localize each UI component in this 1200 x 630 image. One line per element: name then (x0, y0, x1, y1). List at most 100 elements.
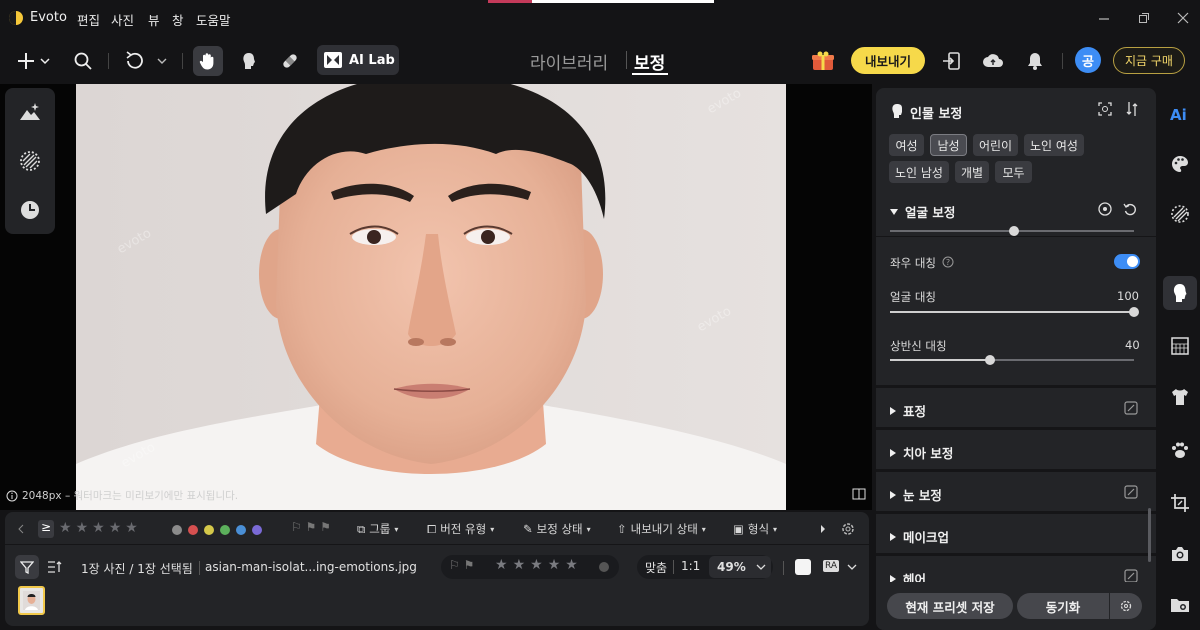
raw-badge[interactable]: RA (823, 560, 840, 572)
history-icon[interactable] (18, 198, 42, 222)
filter-version[interactable]: ⧠ 버전 유형 ▾ (427, 521, 494, 537)
import-button[interactable] (936, 46, 966, 76)
rating-filter[interactable]: ★ ★ ★ ★ ★ (59, 520, 138, 536)
close-icon[interactable] (1175, 10, 1191, 26)
filter-format[interactable]: ▣ 형식 ▾ (733, 521, 777, 537)
flag-icon[interactable]: ⚐ ⚑ (449, 558, 474, 572)
background-toggle[interactable] (795, 559, 811, 575)
tab-edit[interactable]: 보정 (634, 49, 665, 74)
slider-knob[interactable] (985, 355, 996, 365)
sync-settings-button[interactable] (1110, 593, 1142, 619)
section-teeth[interactable]: 치아 보정 (890, 443, 953, 462)
scroll-left-icon[interactable] (17, 524, 25, 534)
camera-icon (1172, 547, 1188, 561)
avatar[interactable]: 공 (1075, 47, 1101, 73)
restore-icon[interactable] (1136, 10, 1152, 26)
photo-rating-stars[interactable]: ★ ★ ★ ★ ★ (495, 557, 578, 573)
tab-library[interactable]: 라이브러리 (530, 49, 608, 74)
chip-all[interactable]: 모두 (995, 161, 1032, 183)
texture-icon[interactable] (18, 149, 42, 173)
visibility-icon[interactable] (1098, 202, 1112, 216)
gift-button[interactable] (808, 46, 838, 76)
chip-female[interactable]: 여성 (889, 134, 924, 156)
ai-lab-button[interactable]: AI Lab (317, 45, 399, 75)
ai-lab-label: AI Lab (349, 52, 395, 68)
photo-thumbnail[interactable] (18, 586, 45, 615)
body-symmetry-label: 상반신 대칭 (890, 339, 947, 353)
export-button[interactable]: 내보내기 (851, 47, 925, 74)
sidebar-item-pet[interactable] (1168, 438, 1192, 462)
settings-icon[interactable] (841, 522, 855, 536)
search-button[interactable] (68, 46, 98, 76)
hidden-slider[interactable] (890, 226, 1134, 236)
symmetry-toggle[interactable] (1114, 254, 1140, 269)
sidebar-item-ai[interactable]: Ai (1168, 102, 1192, 126)
heal-tool-button[interactable] (275, 46, 305, 76)
filter-export-status[interactable]: ⇧ 내보내기 상태 ▾ (617, 521, 706, 537)
sync-button[interactable]: 동기화 (1017, 593, 1109, 619)
sidebar-item-crop[interactable] (1168, 491, 1192, 515)
disabled-edit-icon[interactable] (1124, 485, 1138, 499)
disabled-edit-icon[interactable] (1124, 569, 1138, 583)
head-icon (243, 53, 255, 69)
sidebar-item-clothing[interactable] (1168, 385, 1192, 409)
face-symmetry-slider[interactable] (890, 307, 1139, 317)
section-expression[interactable]: 표정 (890, 401, 926, 420)
face-detect-icon[interactable] (1098, 102, 1112, 116)
panel-divider (876, 385, 1156, 388)
panel-scrollbar[interactable] (1148, 508, 1151, 562)
body-symmetry-slider[interactable] (890, 355, 1134, 365)
menu-window[interactable]: 창 (172, 10, 184, 29)
flag-filter[interactable]: ⚐ ⚑ ⚑ (291, 520, 331, 534)
slider-knob[interactable] (1009, 226, 1020, 236)
menu-edit[interactable]: 편집 (77, 10, 100, 29)
section-eyes[interactable]: 눈 보정 (890, 485, 942, 504)
save-preset-button[interactable]: 현재 프리셋 저장 (887, 593, 1013, 619)
sidebar-item-color[interactable] (1168, 152, 1192, 176)
minimize-icon[interactable] (1096, 10, 1112, 26)
zoom-fit-button[interactable]: 맞춤 (645, 559, 667, 576)
filter-toggle-button[interactable] (15, 555, 39, 579)
section-makeup[interactable]: 메이크업 (890, 527, 949, 546)
cloud-button[interactable] (978, 46, 1008, 76)
hand-tool-button[interactable] (193, 46, 223, 76)
menu-help[interactable]: 도움말 (196, 10, 231, 29)
rating-operator[interactable]: ≥ (38, 520, 54, 538)
disabled-edit-icon[interactable] (1124, 401, 1138, 415)
rotate-button[interactable] (120, 46, 172, 76)
notification-button[interactable] (1020, 46, 1050, 76)
menu-view[interactable]: 뷰 (148, 10, 160, 29)
chip-older-male[interactable]: 노인 남성 (889, 161, 949, 183)
chip-older-female[interactable]: 노인 여성 (1024, 134, 1084, 156)
color-label-filter[interactable] (172, 525, 262, 535)
sidebar-item-texture[interactable] (1168, 202, 1192, 226)
section-face-adjust[interactable]: 얼굴 보정 (890, 202, 955, 221)
buy-now-button[interactable]: 지금 구매 (1113, 47, 1185, 74)
filter-edit-status[interactable]: ✎ 보정 상태 ▾ (523, 521, 591, 537)
section-eyes-label: 눈 보정 (903, 488, 942, 503)
sidebar-item-folder-view[interactable] (1168, 593, 1192, 617)
chip-individual[interactable]: 개별 (955, 161, 989, 183)
zoom-1to1-button[interactable]: 1:1 (681, 559, 700, 573)
swap-icon[interactable] (1126, 101, 1138, 117)
sidebar-item-camera[interactable] (1168, 542, 1192, 566)
sort-icon[interactable] (47, 560, 63, 574)
help-icon[interactable]: ? (942, 256, 954, 268)
portrait-tool-button[interactable] (234, 46, 264, 76)
scroll-right-icon[interactable] (819, 524, 827, 534)
chip-child[interactable]: 어린이 (973, 134, 1018, 156)
chip-male[interactable]: 남성 (930, 134, 967, 156)
color-label-dot[interactable] (599, 562, 609, 572)
filter-group[interactable]: ⧉ 그룹 ▾ (357, 521, 398, 537)
slider-knob[interactable] (1129, 307, 1139, 317)
add-button[interactable] (12, 46, 56, 76)
compare-icon[interactable] (852, 488, 866, 500)
photo-preview[interactable]: evoto evoto evoto evoto (76, 84, 786, 510)
sidebar-item-portrait[interactable] (1168, 281, 1192, 305)
menu-photo[interactable]: 사진 (111, 10, 134, 29)
chevron-down-icon[interactable] (847, 564, 857, 570)
sidebar-item-background[interactable] (1168, 334, 1192, 358)
reset-icon[interactable] (1123, 202, 1137, 216)
auto-adjust-icon[interactable] (18, 100, 42, 124)
zoom-select[interactable]: 49% (709, 556, 771, 578)
